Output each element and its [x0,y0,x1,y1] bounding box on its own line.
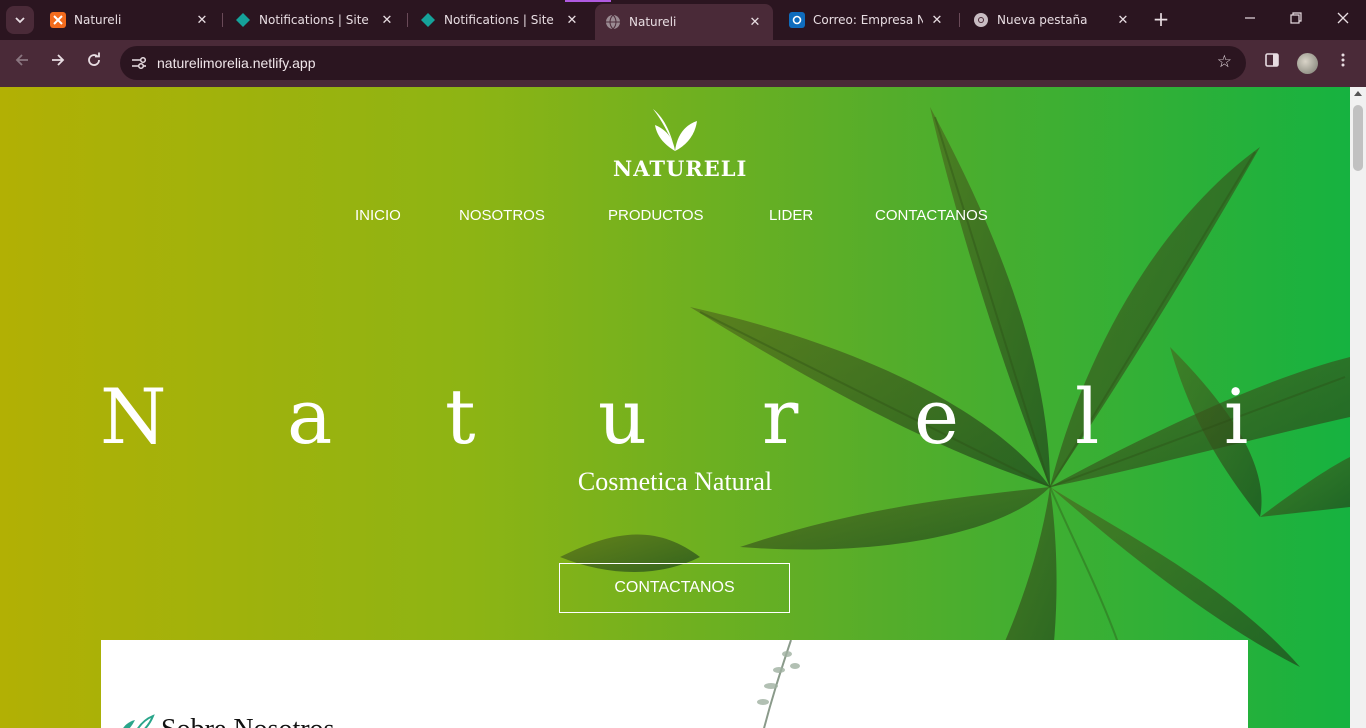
tab-separator [407,13,408,27]
hero-title-letter: t [445,372,476,461]
tab-notifications-2[interactable]: Notifications | Site co ✕ [410,6,590,34]
close-icon[interactable]: ✕ [564,13,580,28]
nav-contactanos[interactable]: CONTACTANOS [875,207,988,224]
minimize-button[interactable] [1238,8,1262,32]
minimize-icon [1245,17,1255,19]
nav-lider[interactable]: LIDER [769,207,813,224]
close-icon[interactable]: ✕ [1115,13,1131,28]
tab-search-button[interactable] [6,6,34,34]
tab-title: Nueva pestaña [997,13,1088,27]
reload-button[interactable] [81,50,107,76]
xampp-icon [50,12,66,28]
site-settings-icon[interactable] [130,54,148,72]
back-button[interactable] [9,50,35,76]
main-nav: INICIO NOSOTROS PRODUCTOS LIDER CONTACTA… [0,207,1350,227]
arrow-right-icon [52,54,65,66]
address-bar[interactable]: naturelimorelia.netlify.app ☆ [120,46,1246,80]
contact-cta-label: CONTACTANOS [614,579,735,596]
chevron-down-icon [15,17,25,24]
chrome-icon [973,12,989,28]
tab-separator [222,13,223,27]
page-scrollbar[interactable] [1350,87,1366,728]
leaf-logo-icon [653,109,697,151]
bookmark-star-icon[interactable]: ☆ [1217,52,1232,72]
tab-title: Correo: Empresa Natu [813,13,923,27]
hero-section: NATURELI INICIO NOSOTROS PRODUCTOS LIDER… [0,87,1350,728]
scroll-up-arrow-icon[interactable] [1354,91,1362,96]
hero-title-letter: i [1224,372,1249,461]
close-icon[interactable]: ✕ [194,13,210,28]
globe-icon [605,14,621,30]
tab-separator [959,13,960,27]
contact-cta-button[interactable]: CONTACTANOS [559,563,790,613]
menu-button[interactable] [1330,50,1356,76]
hero-subtitle: Cosmetica Natural [577,467,773,496]
outlook-icon [789,12,805,28]
tab-strip: Natureli ✕ Notifications | Site co ✕ Not… [0,0,1366,40]
side-panel-button[interactable] [1259,50,1285,76]
logo-text: NATURELI [613,156,748,181]
tab-title: Natureli [629,15,677,29]
leaf-section-icon [123,714,155,728]
hero-title-letter: l [1075,372,1100,461]
tab-natureli-xampp[interactable]: Natureli ✕ [40,6,220,34]
nav-productos[interactable]: PRODUCTOS [608,207,704,224]
tab-notifications-1[interactable]: Notifications | Site co ✕ [225,6,405,34]
nav-inicio[interactable]: INICIO [355,207,401,224]
hero-leaf-background-image [560,107,1350,728]
restore-icon [1290,12,1302,24]
side-panel-icon [1265,53,1279,67]
close-icon[interactable]: ✕ [379,13,395,28]
hero-title-letter: r [762,372,799,461]
close-icon[interactable]: ✕ [929,13,945,28]
hero-title-letter: N [100,372,167,461]
browser-toolbar: naturelimorelia.netlify.app ☆ [0,40,1366,87]
about-section: Sobre Nosotros [101,640,1248,728]
tab-natureli-active[interactable]: Natureli ✕ [595,4,773,40]
hero-title-letter: a [287,372,333,461]
plant-photo-image [757,640,800,728]
profile-avatar[interactable] [1297,53,1318,74]
close-icon [1337,12,1349,24]
close-icon[interactable]: ✕ [747,15,763,30]
reload-icon [88,52,100,66]
hero-title-letter: u [598,372,647,461]
close-window-button[interactable] [1331,8,1355,32]
hero-title-letter: e [914,372,959,461]
new-tab-button[interactable]: + [1150,8,1172,30]
tab-title: Notifications | Site co [259,13,373,27]
url-text[interactable]: naturelimorelia.netlify.app [157,55,316,71]
more-vert-icon [1341,53,1345,67]
arrow-left-icon [15,54,28,66]
nav-nosotros[interactable]: NOSOTROS [459,207,545,224]
restore-button[interactable] [1284,8,1308,32]
tab-title: Notifications | Site co [444,13,558,27]
site-logo[interactable]: NATURELI [613,107,748,181]
tab-group-accent [565,0,611,2]
forward-button[interactable] [45,50,71,76]
netlify-icon [235,12,251,28]
tab-correo[interactable]: Correo: Empresa Natu ✕ [779,6,955,34]
tab-nueva-pestana[interactable]: Nueva pestaña ✕ [963,6,1141,34]
tab-title: Natureli [74,13,122,27]
netlify-icon [420,12,436,28]
about-title: Sobre Nosotros [161,714,334,728]
scroll-thumb[interactable] [1353,105,1363,171]
